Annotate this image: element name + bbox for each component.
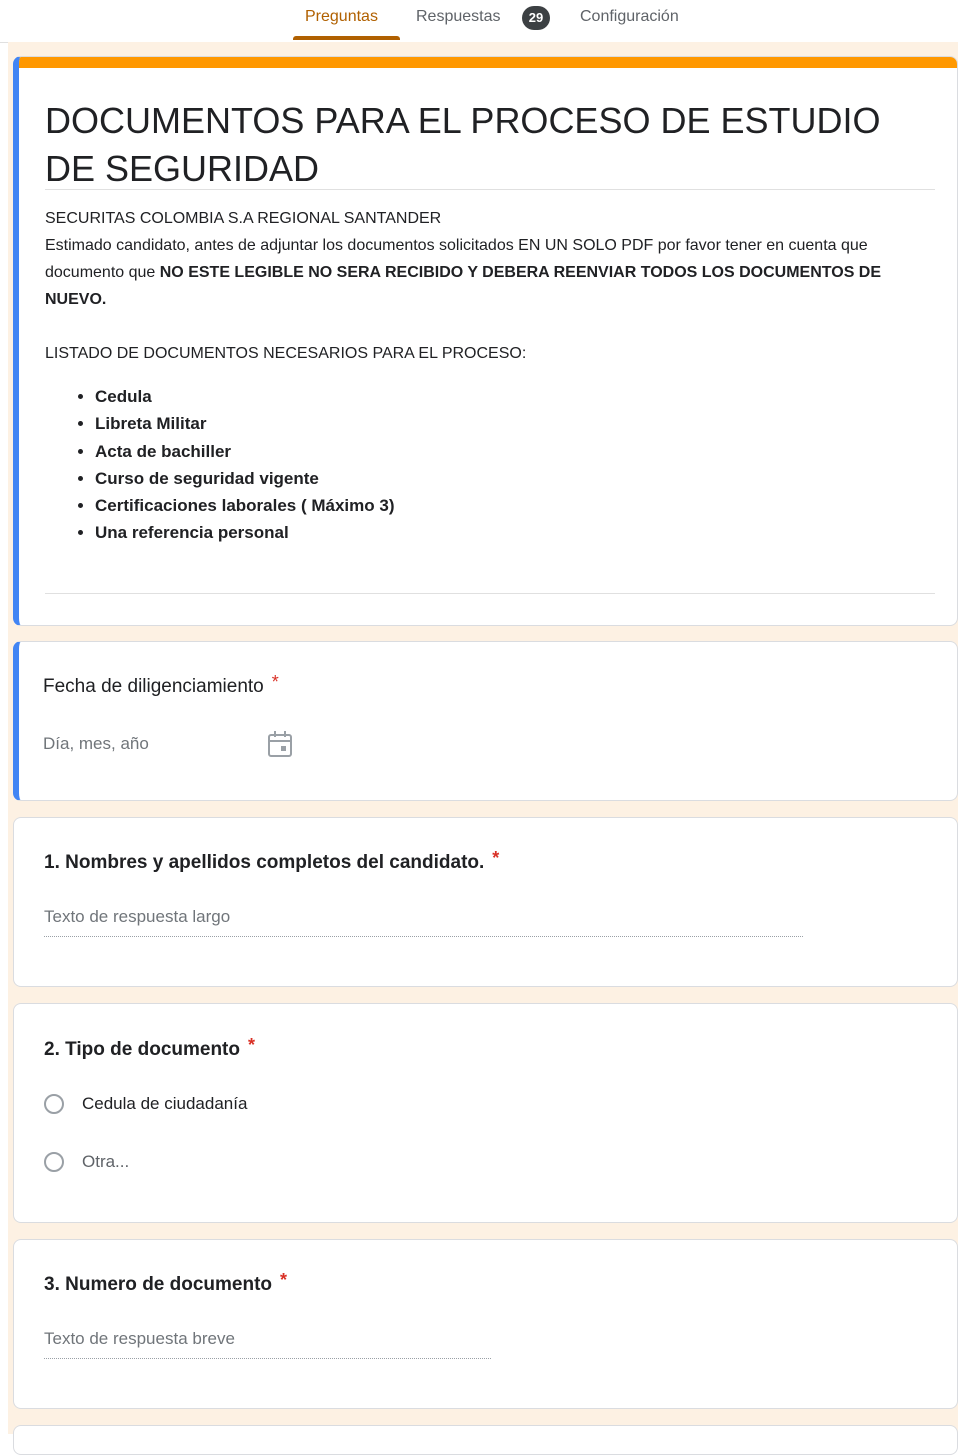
required-asterisk: * — [248, 1035, 256, 1055]
question-card-full-name[interactable]: 1. Nombres y apellidos completos del can… — [13, 817, 958, 987]
question-title: 3. Numero de documento * — [44, 1270, 287, 1296]
question-title: Fecha de diligenciamiento * — [43, 672, 279, 698]
list-item: Libreta Militar — [95, 410, 395, 437]
tab-questions[interactable]: Preguntas — [305, 8, 378, 26]
list-item: Acta de bachiller — [95, 438, 395, 465]
question-title-text: 2. Tipo de documento — [44, 1039, 240, 1060]
tab-settings[interactable]: Configuración — [580, 8, 679, 26]
other-option-label[interactable]: Otra... — [82, 1152, 129, 1172]
question-title-text: 1. Nombres y apellidos completos del can… — [44, 852, 485, 873]
required-asterisk: * — [492, 848, 500, 868]
radio-button[interactable] — [44, 1094, 64, 1114]
question-card-document-number[interactable]: 3. Numero de documento * Texto de respues… — [13, 1239, 958, 1409]
short-answer-placeholder[interactable]: Texto de respuesta breve — [44, 1329, 235, 1349]
list-item: Una referencia personal — [95, 519, 395, 546]
tab-responses[interactable]: Respuestas — [416, 8, 501, 26]
company-line: SECURITAS COLOMBIA S.A REGIONAL SANTANDE… — [45, 210, 442, 227]
form-title[interactable]: DOCUMENTOS PARA EL PROCESO DE ESTUDIO DE… — [45, 97, 935, 193]
calendar-icon[interactable] — [267, 730, 293, 758]
date-placeholder[interactable]: Día, mes, año — [43, 734, 149, 754]
question-card-document-type[interactable]: 2. Tipo de documento * Cedula de ciudadan… — [13, 1003, 958, 1223]
list-heading: LISTADO DE DOCUMENTOS NECESARIOS PARA EL… — [45, 345, 527, 362]
form-editor-tabs: Preguntas Respuestas 29 Configuración — [0, 0, 958, 43]
notice-paragraph: Estimado candidato, antes de adjuntar lo… — [45, 232, 940, 313]
option-label[interactable]: Cedula de ciudadanía — [82, 1094, 247, 1114]
question-card-date[interactable]: Fecha de diligenciamiento * Día, mes, año — [13, 641, 958, 801]
question-title: 1. Nombres y apellidos completos del can… — [44, 848, 499, 874]
radio-button[interactable] — [44, 1152, 64, 1172]
description-divider — [45, 593, 935, 594]
active-tab-indicator — [293, 36, 400, 40]
form-header-card[interactable]: DOCUMENTOS PARA EL PROCESO DE ESTUDIO DE… — [13, 56, 958, 626]
required-asterisk: * — [280, 1270, 288, 1290]
answer-underline — [44, 936, 803, 937]
form-description[interactable]: SECURITAS COLOMBIA S.A REGIONAL SANTANDE… — [45, 205, 940, 367]
answer-underline — [44, 1358, 491, 1359]
question-title-text: Fecha de diligenciamiento — [43, 676, 264, 697]
question-card-next[interactable] — [13, 1425, 958, 1455]
required-asterisk: * — [271, 672, 279, 692]
header-color-bar — [19, 57, 957, 68]
notice-warning: NO ESTE LEGIBLE NO SERA RECIBIDO Y DEBER… — [45, 264, 882, 308]
list-item: Certificaciones laborales ( Máximo 3) — [95, 492, 395, 519]
question-title: 2. Tipo de documento * — [44, 1035, 255, 1061]
required-documents-list: Cedula Libreta Militar Acta de bachiller… — [45, 383, 395, 547]
long-answer-placeholder[interactable]: Texto de respuesta largo — [44, 907, 230, 927]
list-item: Cedula — [95, 383, 395, 410]
title-divider — [45, 189, 935, 190]
responses-count-badge: 29 — [522, 6, 550, 30]
list-item: Curso de seguridad vigente — [95, 465, 395, 492]
question-title-text: 3. Numero de documento — [44, 1274, 273, 1295]
